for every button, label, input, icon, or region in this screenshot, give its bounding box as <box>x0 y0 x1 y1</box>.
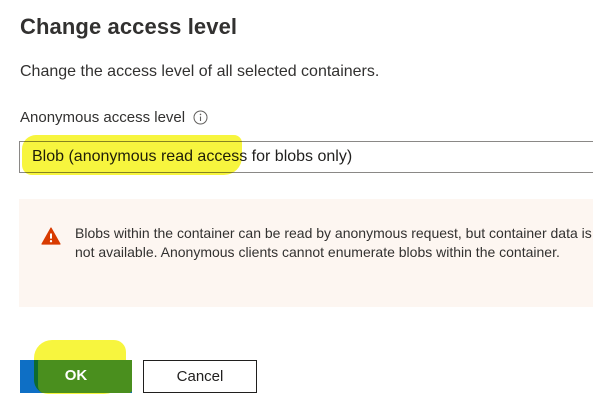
dialog-title: Change access level <box>20 14 238 39</box>
access-level-select-value: Blob (anonymous read access for blobs on… <box>32 148 353 165</box>
cancel-button-label: Cancel <box>176 368 224 385</box>
access-level-label: Anonymous access level <box>20 108 186 126</box>
dialog-subtitle: Change the access level of all selected … <box>20 63 380 80</box>
cancel-button[interactable]: Cancel <box>143 360 257 393</box>
access-level-select[interactable]: Blob (anonymous read access for blobs on… <box>19 141 593 173</box>
ok-button-label: OK <box>64 367 88 384</box>
info-icon[interactable] <box>193 110 208 125</box>
warning-message-text: Blobs within the container can be read b… <box>75 225 592 260</box>
access-level-label-row: Anonymous access level <box>20 107 208 127</box>
warning-message-bar: Blobs within the container can be read b… <box>19 199 593 307</box>
warning-triangle-icon <box>41 227 61 245</box>
ok-button[interactable]: OK <box>20 360 132 393</box>
